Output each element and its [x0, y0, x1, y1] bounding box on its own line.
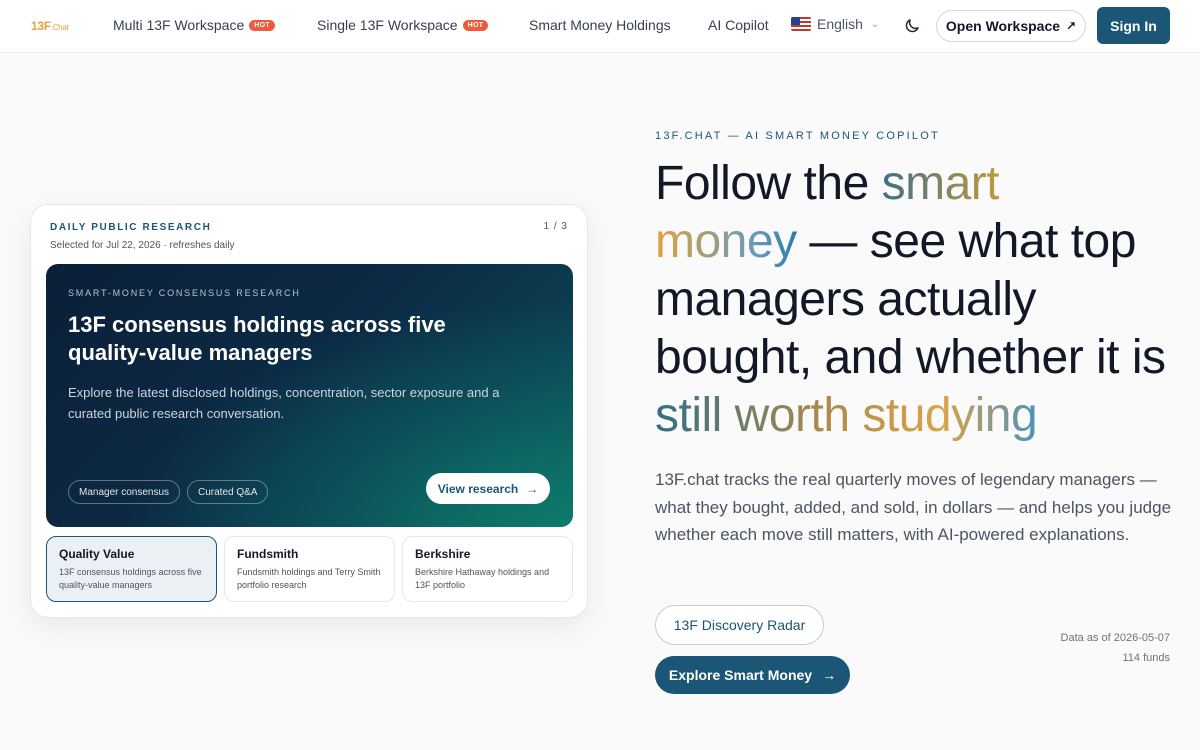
tab-title: Fundsmith [237, 547, 299, 561]
headline-highlight: still worth studying [655, 389, 1038, 442]
nav-link-label: AI Copilot [708, 17, 769, 33]
carousel-counter: 1 / 3 [543, 221, 568, 232]
us-flag-icon [791, 17, 811, 31]
discovery-radar-button[interactable]: 13F Discovery Radar [655, 605, 824, 645]
daily-research-card: DAILY PUBLIC RESEARCH Selected for Jul 2… [30, 204, 588, 618]
research-hero: SMART-MONEY CONSENSUS RESEARCH 13F conse… [46, 264, 573, 527]
tab-description: Berkshire Hathaway holdings and 13F port… [415, 567, 550, 590]
view-research-label: View research [437, 481, 519, 496]
headline-highlight: money [655, 215, 797, 268]
explore-label: Explore Smart Money [668, 667, 813, 683]
nav-link-multi-workspace[interactable]: Multi 13F Workspace HOT [113, 17, 275, 33]
nav-link-label: Single 13F Workspace [317, 17, 458, 33]
tag-curated-qa: Curated Q&A [187, 480, 269, 504]
data-as-of-text: Data as of 2026-05-07 [1060, 632, 1170, 644]
nav-link-ai-copilot[interactable]: AI Copilot [708, 17, 769, 33]
headline-part: Follow the [655, 157, 882, 210]
card-eyebrow: DAILY PUBLIC RESEARCH [50, 222, 212, 233]
language-selector[interactable]: English ⌄ [791, 16, 879, 32]
hero-title: 13F consensus holdings across five quali… [68, 312, 446, 365]
arrow-right-icon: → [822, 667, 837, 683]
hero-description-text: 13F.chat tracks the real quarterly moves… [655, 470, 1172, 544]
hero-eyebrow-text: 13F.CHAT — AI SMART MONEY COPILOT [655, 130, 940, 142]
tab-title: Quality Value [59, 547, 135, 561]
funds-count-text: 114 funds [1122, 652, 1170, 664]
logo-text: 13F [31, 19, 51, 33]
explore-smart-money-button[interactable]: Explore Smart Money → [655, 656, 850, 694]
tab-description: Fundsmith holdings and Terry Smith portf… [237, 567, 381, 590]
language-label: English [817, 16, 863, 32]
hero-description: Explore the latest disclosed holdings, c… [68, 385, 500, 421]
hot-badge: HOT [462, 19, 489, 31]
chevron-down-icon: ⌄ [870, 18, 880, 30]
open-workspace-button[interactable]: Open Workspace ↗ [936, 10, 1086, 42]
logo[interactable]: 13F.Chat [31, 19, 69, 33]
hero-eyebrow: SMART-MONEY CONSENSUS RESEARCH [68, 288, 301, 298]
logo-suffix: .Chat [50, 23, 69, 32]
tab-title: Berkshire [415, 547, 471, 561]
sign-in-button[interactable]: Sign In [1097, 7, 1170, 44]
nav-link-smart-money-holdings[interactable]: Smart Money Holdings [529, 17, 671, 33]
moon-icon[interactable] [903, 17, 921, 35]
nav-link-single-workspace[interactable]: Single 13F Workspace HOT [317, 17, 489, 33]
headline-highlight: smart [881, 157, 1000, 210]
page-headline: Follow the smart money — see what top man… [655, 155, 1195, 445]
nav-link-label: Multi 13F Workspace [113, 17, 245, 33]
arrow-right-icon: → [526, 481, 539, 496]
tab-fundsmith[interactable]: Fundsmith Fundsmith holdings and Terry S… [224, 536, 395, 602]
tab-berkshire[interactable]: Berkshire Berkshire Hathaway holdings an… [402, 536, 573, 602]
top-nav: 13F.Chat Multi 13F Workspace HOT Single … [0, 0, 1200, 53]
tab-quality-value[interactable]: Quality Value 13F consensus holdings acr… [46, 536, 217, 602]
view-research-button[interactable]: View research → [426, 473, 550, 504]
tab-description: 13F consensus holdings across five quali… [59, 567, 202, 590]
card-subtitle: Selected for Jul 22, 2026 · refreshes da… [50, 240, 235, 251]
open-workspace-label: Open Workspace [945, 18, 1061, 34]
nav-link-label: Smart Money Holdings [529, 17, 671, 33]
external-arrow-icon: ↗ [1066, 19, 1077, 33]
tag-manager-consensus: Manager consensus [68, 480, 181, 504]
hot-badge: HOT [249, 19, 275, 31]
